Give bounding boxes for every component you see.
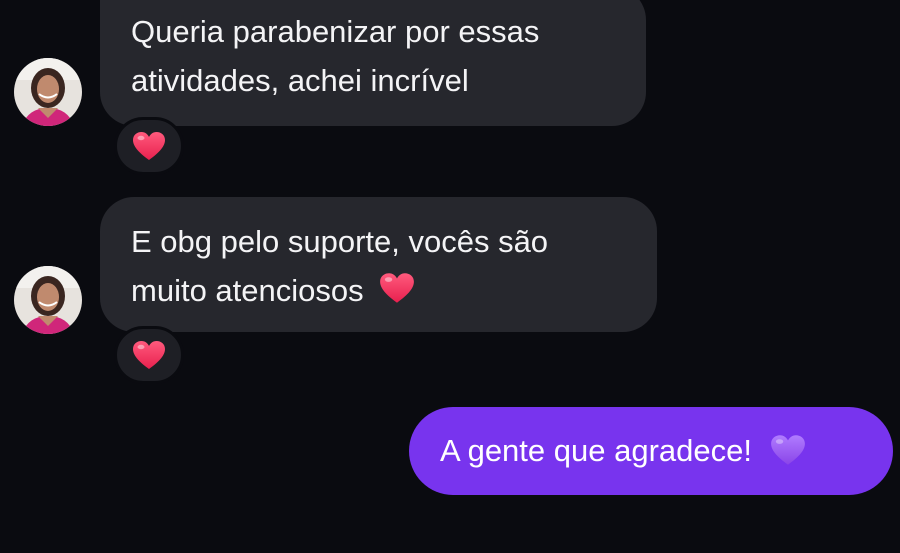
message-text-line-with-emoji: muito atenciosos [131,266,627,315]
red-heart-icon [133,341,165,369]
message-text-line: Queria parabenizar por essas [131,14,540,49]
message-text: muito atenciosos [131,273,364,308]
incoming-message-bubble[interactable]: E obg pelo suporte, vocês são muito aten… [100,197,657,332]
purple-heart-icon [771,435,805,465]
red-heart-icon [379,273,414,303]
avatar-photo [14,58,82,126]
red-heart-icon [133,132,165,160]
message-text-line: atividades, achei incrível [131,63,469,98]
avatar-photo [14,266,82,334]
chat-thread: Queria parabenizar por essas atividades,… [0,0,900,553]
message-text-line: E obg pelo suporte, vocês são [131,224,549,259]
message-text: A gente que agradece! [440,433,752,468]
contact-avatar[interactable] [14,266,82,334]
contact-avatar[interactable] [14,58,82,126]
incoming-message-bubble[interactable]: Queria parabenizar por essas atividades,… [100,0,646,126]
outgoing-message-bubble[interactable]: A gente que agradece! [409,407,893,495]
heart-reaction-badge[interactable] [114,117,184,175]
heart-reaction-badge[interactable] [114,326,184,384]
